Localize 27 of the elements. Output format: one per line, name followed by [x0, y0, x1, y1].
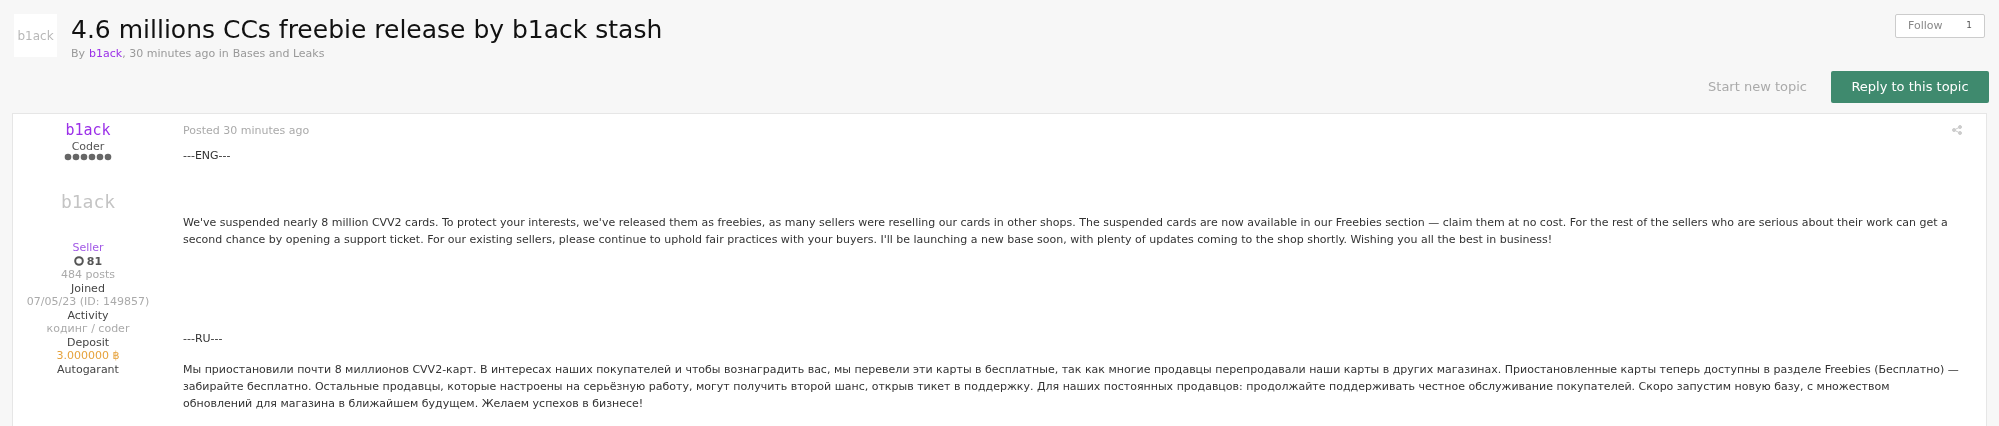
- post-paragraph: ---RU---: [183, 330, 224, 347]
- byline-label: By: [71, 46, 86, 62]
- author-name[interactable]: b1ack: [65, 119, 111, 140]
- field-label: Autogarant: [57, 362, 119, 376]
- member-group: Seller: [72, 241, 104, 255]
- post-paragraph: Мы приостановили почти 8 миллионов CVV2-карт. В интересах наших покупателей и чтобы вознаградить вас, мы перевели эти карты в бесплатные, так как многие продавцы перепродавали наши карты в других магазинах. Приостановленные карты теперь доступны в разделе Freebies (Бесплатно) — забирайте бесплатно. Остальные продавцы, которые настроены на серьёзную работу, могут получить второй шанс, открыв тикет в поддержку. Для наших постоянных продавцов: продолжайте поддерживать честное обслуживание покупателей. Скоро запустим новую базу, с множеством обновлений для магазина в ближайшем будущем. Желаем успехов в бизнесе!: [183, 361, 1960, 412]
- forum-link[interactable]: Bases and Leaks: [232, 46, 325, 63]
- reputation-count: 81: [86, 254, 103, 268]
- share-icon[interactable]: [1952, 125, 1962, 135]
- member-title: Coder: [71, 139, 105, 153]
- reputation-icon: [73, 256, 84, 267]
- field-value: 07/05/23 (ID: 149857): [26, 295, 150, 309]
- field-label: Activity: [67, 308, 109, 322]
- field-label: Deposit: [66, 335, 109, 349]
- follow-button[interactable]: Follow 1: [1895, 14, 1985, 38]
- post-date: Posted 30 minutes ago: [183, 122, 310, 139]
- field-label: Joined: [71, 281, 105, 295]
- rank-pips-icon: [64, 153, 112, 161]
- byline-time: , 30 minutes ago in: [122, 46, 229, 62]
- post-paragraph: We've suspended nearly 8 million CVV2 cards. To protect your interests, we've released them as freebies, as many sellers were reselling our cards in other shops. The suspended cards are now available in our Freebies section — claim them at no cost. For the rest of the sellers who are serious about their work can get a second chance by opening a support ticket. For our existing sellers, please continue to uphold fair practices with your buyers. I'll be launching a new base soon, with plenty of updates coming to the shop shortly. Wishing you all the best in business!: [183, 214, 1949, 248]
- field-value: кодинг / coder: [46, 322, 130, 336]
- post-count: 484 posts: [61, 268, 115, 282]
- start-topic-link[interactable]: Start new topic: [1708, 76, 1807, 97]
- topic-title: 4.6 millions CCs freebie release by b1ack stash: [71, 14, 663, 46]
- post-paragraph: ---ENG---: [183, 147, 232, 164]
- reply-button[interactable]: Reply to this topic: [1831, 70, 1989, 103]
- field-value: 3.000000 ฿: [56, 349, 120, 363]
